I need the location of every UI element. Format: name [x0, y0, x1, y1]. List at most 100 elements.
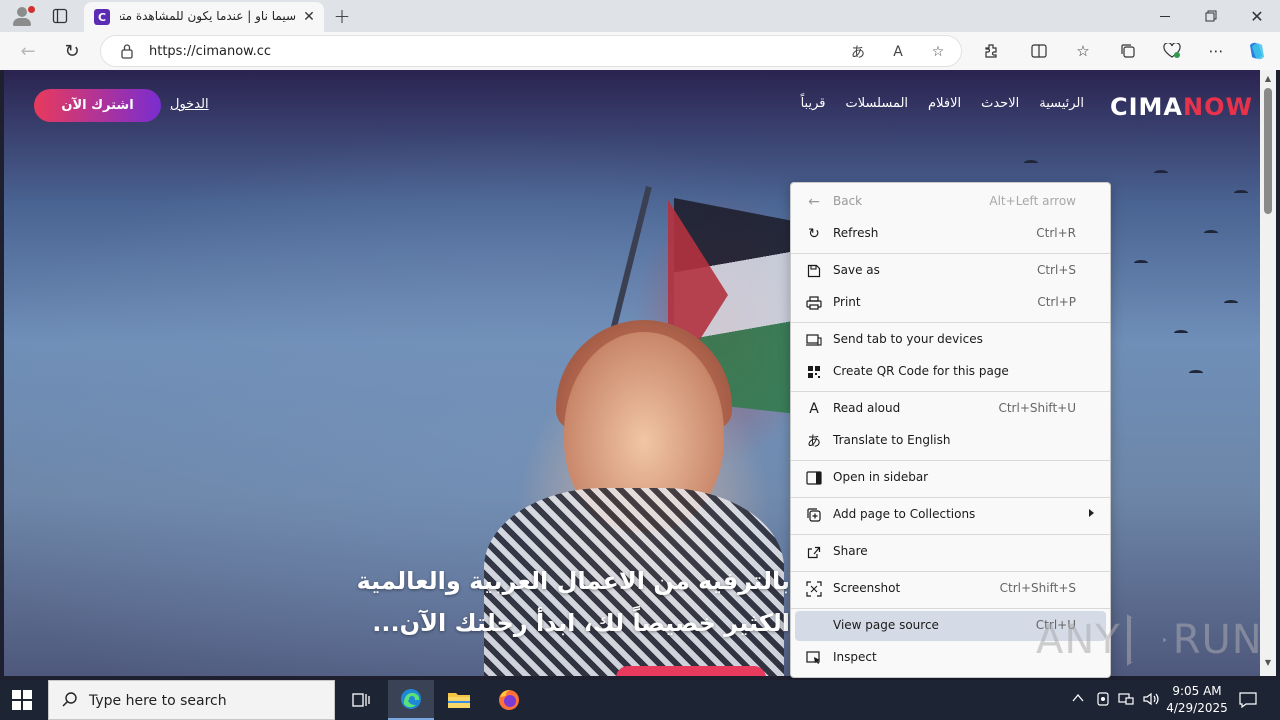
menu-shortcut: Ctrl+Shift+U: [998, 401, 1076, 415]
tab-title: سيما ناو | عندما يكون للمشاهدة متعة: [120, 9, 296, 23]
more-menu-icon[interactable]: ⋯: [1203, 40, 1229, 62]
menu-shortcut: Alt+Left arrow: [989, 194, 1076, 208]
split-screen-icon[interactable]: [1026, 40, 1052, 62]
hero-cta-button[interactable]: [616, 666, 766, 676]
restore-icon[interactable]: [1196, 4, 1226, 28]
bird-graphic: [1174, 330, 1188, 336]
devices-icon: [805, 331, 823, 349]
qr-code-icon: [805, 363, 823, 381]
favorites-icon[interactable]: ☆: [1070, 40, 1096, 62]
menu-item-add-collections[interactable]: Add page to Collections: [795, 500, 1106, 530]
scroll-up-icon[interactable]: ▲: [1263, 74, 1273, 84]
search-placeholder: Type here to search: [89, 693, 227, 709]
firefox-icon[interactable]: [486, 680, 532, 720]
taskbar-search-box[interactable]: Type here to search: [48, 680, 335, 720]
translate-icon: あ: [807, 434, 821, 450]
site-favicon-icon: C: [94, 9, 110, 25]
page-scrollbar[interactable]: ▲ ▼: [1260, 70, 1276, 676]
scrollbar-thumb[interactable]: [1264, 88, 1272, 214]
menu-shortcut: Ctrl+P: [1037, 295, 1076, 309]
system-tray: [1068, 680, 1168, 720]
menu-separator: [791, 571, 1110, 572]
windows-taskbar: Type here to search 9:05 AM 4/29/2025: [0, 680, 1280, 720]
scroll-down-icon[interactable]: ▼: [1263, 658, 1273, 668]
menu-item-open-sidebar[interactable]: Open in sidebar: [795, 463, 1106, 493]
bird-graphic: [1204, 230, 1218, 236]
menu-item-qr-code[interactable]: Create QR Code for this page: [795, 357, 1106, 387]
menu-item-save-as[interactable]: Save as Ctrl+S: [795, 256, 1106, 286]
read-aloud-icon[interactable]: A: [887, 42, 909, 62]
file-explorer-icon[interactable]: [436, 680, 482, 720]
tab-actions-icon[interactable]: [46, 4, 74, 28]
lock-icon: [121, 44, 133, 59]
menu-separator: [791, 253, 1110, 254]
back-icon[interactable]: ←: [14, 40, 42, 62]
notifications-icon[interactable]: [1236, 680, 1260, 720]
edge-taskbar-icon[interactable]: [388, 680, 434, 720]
nav-home[interactable]: الرئيسية: [1039, 96, 1084, 116]
menu-separator: [791, 497, 1110, 498]
clock-time: 9:05 AM: [1172, 684, 1222, 698]
tray-chevron-up-icon[interactable]: [1072, 692, 1086, 706]
minimize-icon[interactable]: [1150, 4, 1180, 28]
inspect-icon: [805, 649, 823, 667]
menu-separator: [791, 391, 1110, 392]
reload-icon[interactable]: ↻: [58, 40, 86, 62]
menu-item-translate[interactable]: あ Translate to English: [795, 426, 1106, 456]
nav-movies[interactable]: الافلام: [928, 96, 961, 116]
menu-item-back[interactable]: ← Back Alt+Left arrow: [795, 187, 1106, 217]
menu-item-share[interactable]: Share: [795, 537, 1106, 567]
close-tab-icon[interactable]: ✕: [300, 8, 318, 26]
refresh-icon: ↻: [808, 226, 820, 242]
print-icon: [805, 294, 823, 312]
address-bar[interactable]: https://cimanow.cc あ A ☆: [100, 35, 962, 67]
context-menu: ← Back Alt+Left arrow ↻ Refresh Ctrl+R S…: [790, 182, 1111, 678]
copilot-icon[interactable]: [1244, 40, 1270, 62]
favorite-star-icon[interactable]: ☆: [927, 42, 949, 62]
menu-shortcut: Ctrl+Shift+S: [999, 581, 1076, 595]
menu-label: Create QR Code for this page: [833, 364, 1009, 378]
anyrun-watermark: ANY RUN: [1036, 610, 1263, 670]
clock-date: 4/29/2025: [1166, 701, 1228, 715]
logo-suffix: NOW: [1183, 93, 1253, 121]
volume-icon[interactable]: [1142, 691, 1160, 707]
network-icon[interactable]: [1118, 691, 1134, 707]
browser-tab[interactable]: C سيما ناو | عندما يكون للمشاهدة متعة ✕: [84, 2, 324, 32]
bird-graphic: [1224, 300, 1238, 306]
menu-item-screenshot[interactable]: Screenshot Ctrl+Shift+S: [795, 574, 1106, 604]
menu-shortcut: Ctrl+R: [1036, 226, 1076, 240]
share-icon: [805, 543, 823, 561]
extensions-icon[interactable]: [978, 40, 1004, 62]
security-tray-icon[interactable]: [1096, 691, 1110, 707]
browser-essentials-icon[interactable]: [1159, 40, 1185, 62]
new-tab-icon[interactable]: +: [330, 4, 354, 28]
windows-start-icon[interactable]: [12, 690, 34, 710]
nav-latest[interactable]: الاحدث: [981, 96, 1019, 116]
nav-coming-soon[interactable]: قريباً: [801, 96, 826, 116]
watermark-right: RUN: [1172, 617, 1263, 663]
menu-shortcut: Ctrl+S: [1036, 263, 1076, 277]
translate-page-icon[interactable]: あ: [847, 42, 869, 62]
taskbar-clock[interactable]: 9:05 AM 4/29/2025: [1162, 683, 1232, 719]
menu-item-print[interactable]: Print Ctrl+P: [795, 288, 1106, 318]
collections-icon[interactable]: [1115, 40, 1141, 62]
menu-separator: [791, 322, 1110, 323]
cimanow-logo[interactable]: CIMANOW: [1110, 93, 1253, 121]
collections-icon: [805, 506, 823, 524]
hero-headline: بالترفيه من الاعمال العربية والعالمية ال…: [304, 560, 790, 644]
read-aloud-icon: A: [809, 401, 819, 417]
menu-item-read-aloud[interactable]: A Read aloud Ctrl+Shift+U: [795, 394, 1106, 424]
close-window-icon[interactable]: ✕: [1242, 4, 1272, 28]
menu-item-refresh[interactable]: ↻ Refresh Ctrl+R: [795, 219, 1106, 249]
profile-icon[interactable]: [8, 4, 36, 28]
menu-label: View page source: [833, 618, 939, 632]
menu-separator: [791, 608, 1110, 609]
subscribe-button[interactable]: اشترك الآن: [34, 89, 161, 122]
bird-graphic: [1189, 370, 1203, 376]
login-link[interactable]: الدخول: [170, 97, 209, 112]
task-view-icon[interactable]: [338, 680, 384, 720]
menu-item-send-tab[interactable]: Send tab to your devices: [795, 325, 1106, 355]
menu-separator: [791, 460, 1110, 461]
nav-series[interactable]: المسلسلات: [845, 96, 908, 116]
url-text: https://cimanow.cc: [149, 44, 272, 59]
